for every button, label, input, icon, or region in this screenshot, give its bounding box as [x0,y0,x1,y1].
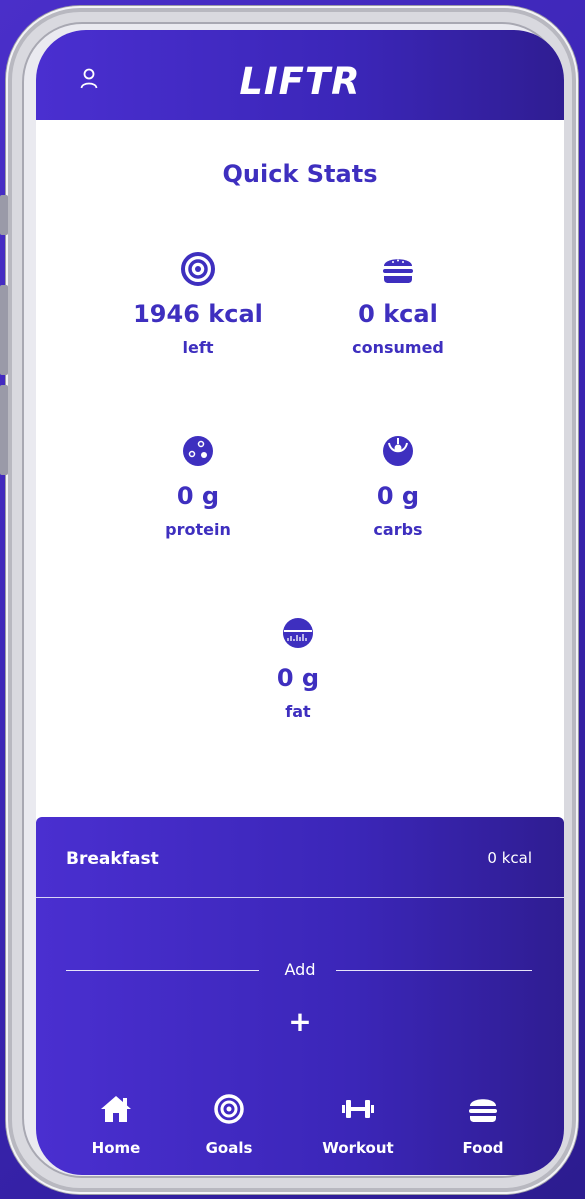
stat-label: fat [285,702,311,721]
stat-protein: 0 g protein [98,434,298,539]
nav-item-workout[interactable]: Workout [303,1093,413,1157]
stat-carbs: 0 g carbs [298,434,498,539]
stat-label: carbs [373,520,423,539]
stat-kcal-left: 1946 kcal left [98,252,298,357]
add-food-label: Add [284,960,316,979]
fat-icon [283,618,313,648]
target-icon [181,252,215,286]
nav-item-goals[interactable]: Goals [174,1093,284,1157]
stat-value: 1946 kcal [133,300,263,328]
stat-value: 0 g [276,664,320,692]
stat-value: 0 g [376,482,420,510]
burger-icon [469,1099,497,1122]
add-food-button[interactable]: + [36,1005,564,1038]
stat-value: 0 g [176,482,220,510]
target-icon [214,1094,244,1124]
meal-card-breakfast: Breakfast 0 kcal Add + [36,817,564,1107]
phone-side-button [0,285,8,375]
stat-label: consumed [352,338,444,357]
dumbbell-icon [342,1100,374,1118]
stat-value: 0 kcal [358,300,438,328]
divider [36,897,564,898]
stat-kcal-consumed: 0 kcal consumed [298,252,498,357]
nav-label: Goals [205,1139,253,1157]
burger-icon [383,259,413,283]
cookie-icon [183,436,213,466]
phone-side-button [0,385,8,475]
carbs-icon [383,436,413,466]
top-bar: LIFTR [36,30,564,120]
nav-item-home[interactable]: Home [61,1093,171,1157]
quick-stats-title: Quick Stats [222,160,378,188]
meal-kcal: 0 kcal [487,849,532,867]
meal-name: Breakfast [66,849,159,869]
nav-item-food[interactable]: Food [428,1093,538,1157]
bottom-nav: Home Goals Workout Food [36,1085,564,1175]
stat-fat: 0 g fat [198,616,398,721]
home-icon [101,1096,131,1122]
app-screen: LIFTR Quick Stats 1946 kcal left 0 kcal … [36,30,564,1175]
nav-label: Home [91,1139,141,1157]
nav-label: Food [462,1139,504,1157]
stat-label: protein [165,520,231,539]
stat-label: left [182,338,214,357]
nav-label: Workout [322,1139,394,1157]
phone-side-button [0,195,8,235]
app-logo: LIFTR [239,60,361,103]
